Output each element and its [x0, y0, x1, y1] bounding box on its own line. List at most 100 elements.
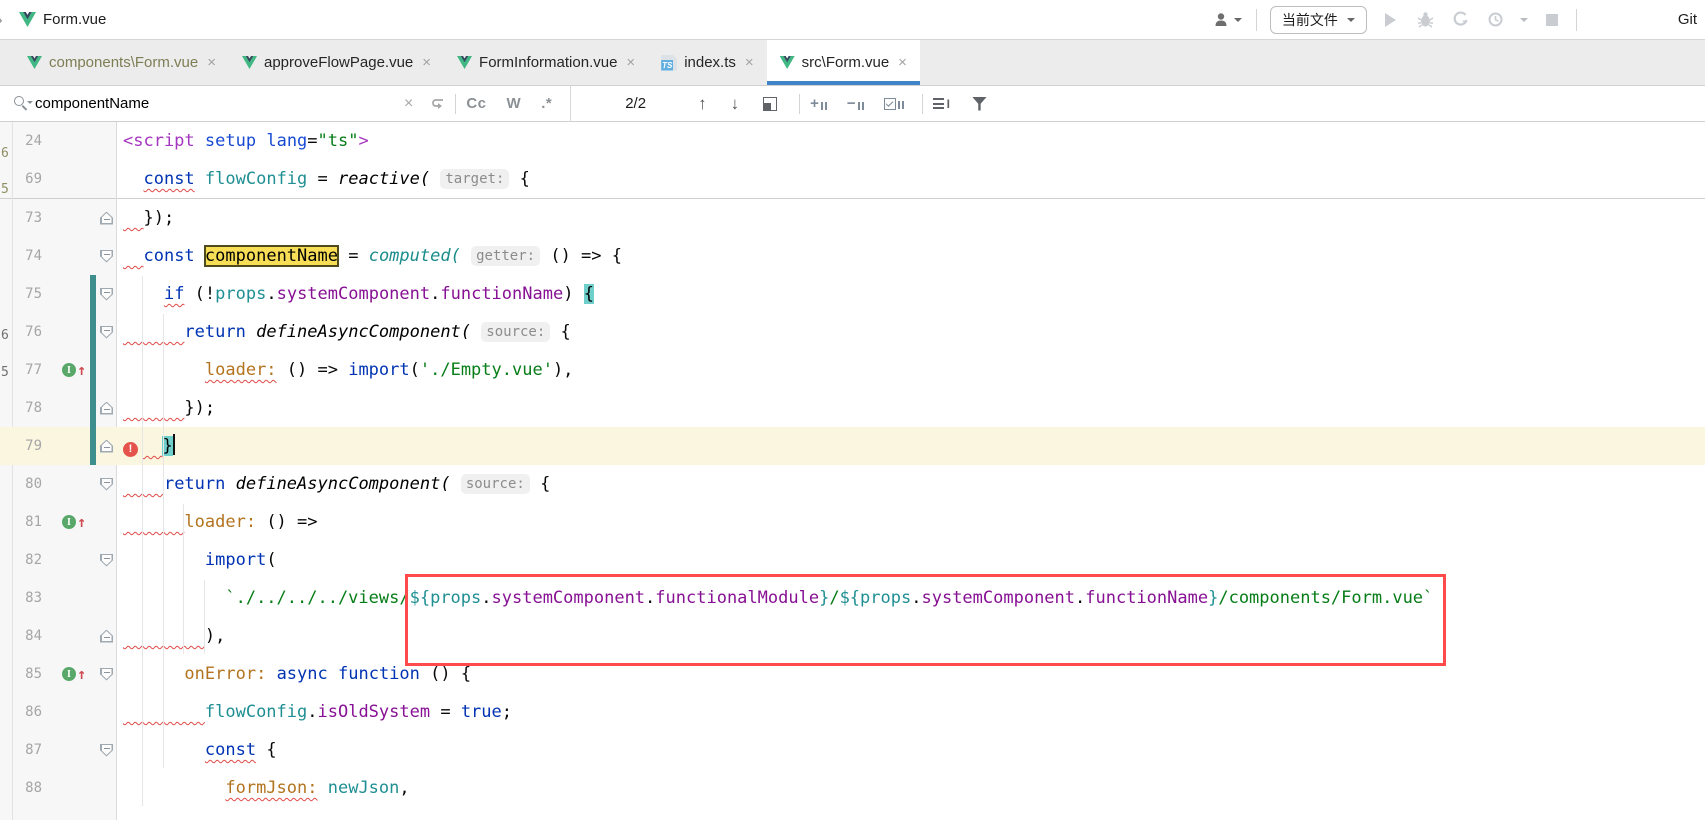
- fold-marker-icon[interactable]: [100, 668, 113, 681]
- code-line-69[interactable]: 69 const flowConfig = reactive( target: …: [0, 160, 1705, 198]
- code-line-79[interactable]: 79 ! }: [0, 427, 1705, 465]
- profiler-caret-icon[interactable]: [1520, 18, 1528, 22]
- tab-src-Form.vue[interactable]: src\Form.vue×: [767, 40, 920, 85]
- fold-marker-icon[interactable]: [100, 630, 113, 643]
- run-configuration-select[interactable]: 当前文件: [1270, 6, 1367, 34]
- code-line-73[interactable]: 73 });: [0, 199, 1705, 237]
- navigate-up-icon[interactable]: ↑: [77, 363, 86, 377]
- fold-marker-icon[interactable]: [100, 288, 113, 301]
- match-case-toggle[interactable]: Cc: [456, 95, 496, 112]
- tab-close-icon[interactable]: ×: [422, 54, 431, 71]
- code-text[interactable]: });: [117, 199, 1705, 237]
- line-number[interactable]: 73: [0, 210, 48, 226]
- code-text[interactable]: return defineAsyncComponent( source: {: [117, 465, 1705, 503]
- line-number[interactable]: 78: [0, 400, 48, 416]
- code-line-77[interactable]: 77I↑ loader: () => import('./Empty.vue')…: [0, 351, 1705, 389]
- code-text[interactable]: import(: [117, 541, 1705, 579]
- line-number[interactable]: 74: [0, 248, 48, 264]
- tab-approveFlowPage.vue[interactable]: approveFlowPage.vue×: [229, 40, 444, 85]
- remove-occurrence-icon[interactable]: −: [837, 97, 874, 111]
- error-bulb-icon[interactable]: !: [123, 442, 138, 457]
- code-line-24[interactable]: 24<script setup lang="ts">: [0, 122, 1705, 160]
- code-text[interactable]: <script setup lang="ts">: [117, 122, 1705, 160]
- user-icon[interactable]: [1213, 9, 1243, 31]
- code-line-88[interactable]: 88 formJson: newJson,: [0, 769, 1705, 807]
- code-line-84[interactable]: 84 ),: [0, 617, 1705, 655]
- tab-close-icon[interactable]: ×: [745, 54, 754, 71]
- code-text[interactable]: loader: () => import('./Empty.vue'),: [117, 351, 1705, 389]
- search-history-icon[interactable]: [422, 97, 455, 111]
- fold-marker-icon[interactable]: [100, 402, 113, 415]
- code-line-75[interactable]: 75 if (!props.systemComponent.functionNa…: [0, 275, 1705, 313]
- git-menu-label[interactable]: Git: [1678, 11, 1697, 28]
- code-line-85[interactable]: 85I↑ onError: async function () {: [0, 655, 1705, 693]
- line-number[interactable]: 86: [0, 704, 48, 720]
- fold-marker-icon[interactable]: [100, 440, 113, 453]
- find-in-selection-icon[interactable]: [763, 97, 777, 111]
- code-text[interactable]: return defineAsyncComponent( source: {: [117, 313, 1705, 351]
- clear-search-icon[interactable]: ×: [395, 95, 422, 113]
- search-filter-icon[interactable]: [972, 97, 987, 111]
- tab-close-icon[interactable]: ×: [207, 54, 216, 71]
- code-line-74[interactable]: 74 const componentName = computed( gette…: [0, 237, 1705, 275]
- regex-toggle[interactable]: .*: [531, 95, 562, 112]
- code-line-83[interactable]: 83 `./../../../views/${props.systemCompo…: [0, 579, 1705, 617]
- search-input[interactable]: [35, 95, 395, 112]
- line-number[interactable]: 84: [0, 628, 48, 644]
- run-icon[interactable]: [1380, 9, 1402, 31]
- inferred-marker-icon[interactable]: I: [62, 667, 76, 681]
- fold-marker-icon[interactable]: [100, 326, 113, 339]
- code-text[interactable]: });: [117, 389, 1705, 427]
- tab-FormInformation.vue[interactable]: FormInformation.vue×: [444, 40, 648, 85]
- fold-marker-icon[interactable]: [100, 478, 113, 491]
- coverage-icon[interactable]: [1450, 9, 1472, 31]
- line-number[interactable]: 83: [0, 590, 48, 606]
- search-icon[interactable]: [14, 96, 29, 111]
- navigate-up-icon[interactable]: ↑: [77, 667, 86, 681]
- line-number[interactable]: 87: [0, 742, 48, 758]
- fold-marker-icon[interactable]: [100, 212, 113, 225]
- tab-index.ts[interactable]: TSindex.ts×: [648, 40, 766, 85]
- tab-components-Form.vue[interactable]: components\Form.vue×: [14, 40, 229, 85]
- code-line-81[interactable]: 81 I↑ loader: () =>: [0, 503, 1705, 541]
- add-occurrence-icon[interactable]: +: [800, 97, 837, 111]
- fold-marker-icon[interactable]: [100, 744, 113, 757]
- previous-match-icon[interactable]: ↑: [686, 94, 719, 114]
- code-line-86[interactable]: 86 flowConfig.isOldSystem = true;: [0, 693, 1705, 731]
- debug-icon[interactable]: [1415, 9, 1437, 31]
- code-text[interactable]: flowConfig.isOldSystem = true;: [117, 693, 1705, 731]
- line-number[interactable]: 82: [0, 552, 48, 568]
- tab-close-icon[interactable]: ×: [626, 54, 635, 71]
- code-text[interactable]: const flowConfig = reactive( target: {: [117, 160, 1705, 198]
- code-editor[interactable]: 24<script setup lang="ts">69 const flowC…: [0, 122, 1705, 820]
- next-match-icon[interactable]: ↓: [719, 94, 752, 114]
- fold-marker-icon[interactable]: [100, 554, 113, 567]
- code-text[interactable]: const componentName = computed( getter: …: [117, 237, 1705, 275]
- code-text[interactable]: ),: [117, 617, 1705, 655]
- code-line-82[interactable]: 82 import(: [0, 541, 1705, 579]
- navigate-up-icon[interactable]: ↑: [77, 515, 86, 529]
- inferred-marker-icon[interactable]: I: [62, 515, 76, 529]
- code-line-76[interactable]: 76 return defineAsyncComponent( source: …: [0, 313, 1705, 351]
- stop-icon[interactable]: [1541, 9, 1563, 31]
- line-number[interactable]: 80: [0, 476, 48, 492]
- filter-lines-icon[interactable]: I: [923, 97, 960, 111]
- code-line-87[interactable]: 87 const {: [0, 731, 1705, 769]
- line-number[interactable]: 79: [0, 438, 48, 454]
- code-line-78[interactable]: 78 });: [0, 389, 1705, 427]
- code-text[interactable]: ! }: [117, 427, 1705, 465]
- inferred-marker-icon[interactable]: I: [62, 363, 76, 377]
- line-number[interactable]: 88: [0, 780, 48, 796]
- fold-marker-icon[interactable]: [100, 250, 113, 263]
- code-text[interactable]: if (!props.systemComponent.functionName)…: [117, 275, 1705, 313]
- code-text[interactable]: const {: [117, 731, 1705, 769]
- tab-close-icon[interactable]: ×: [898, 54, 907, 71]
- profiler-icon[interactable]: [1485, 9, 1507, 31]
- line-number[interactable]: 81: [0, 514, 48, 530]
- line-number[interactable]: 75: [0, 286, 48, 302]
- line-number[interactable]: 85: [0, 666, 48, 682]
- code-text[interactable]: formJson: newJson,: [117, 769, 1705, 807]
- select-all-occurrences-icon[interactable]: [874, 98, 914, 110]
- code-text[interactable]: loader: () =>: [117, 503, 1705, 541]
- code-text[interactable]: `./../../../views/${props.systemComponen…: [117, 579, 1705, 617]
